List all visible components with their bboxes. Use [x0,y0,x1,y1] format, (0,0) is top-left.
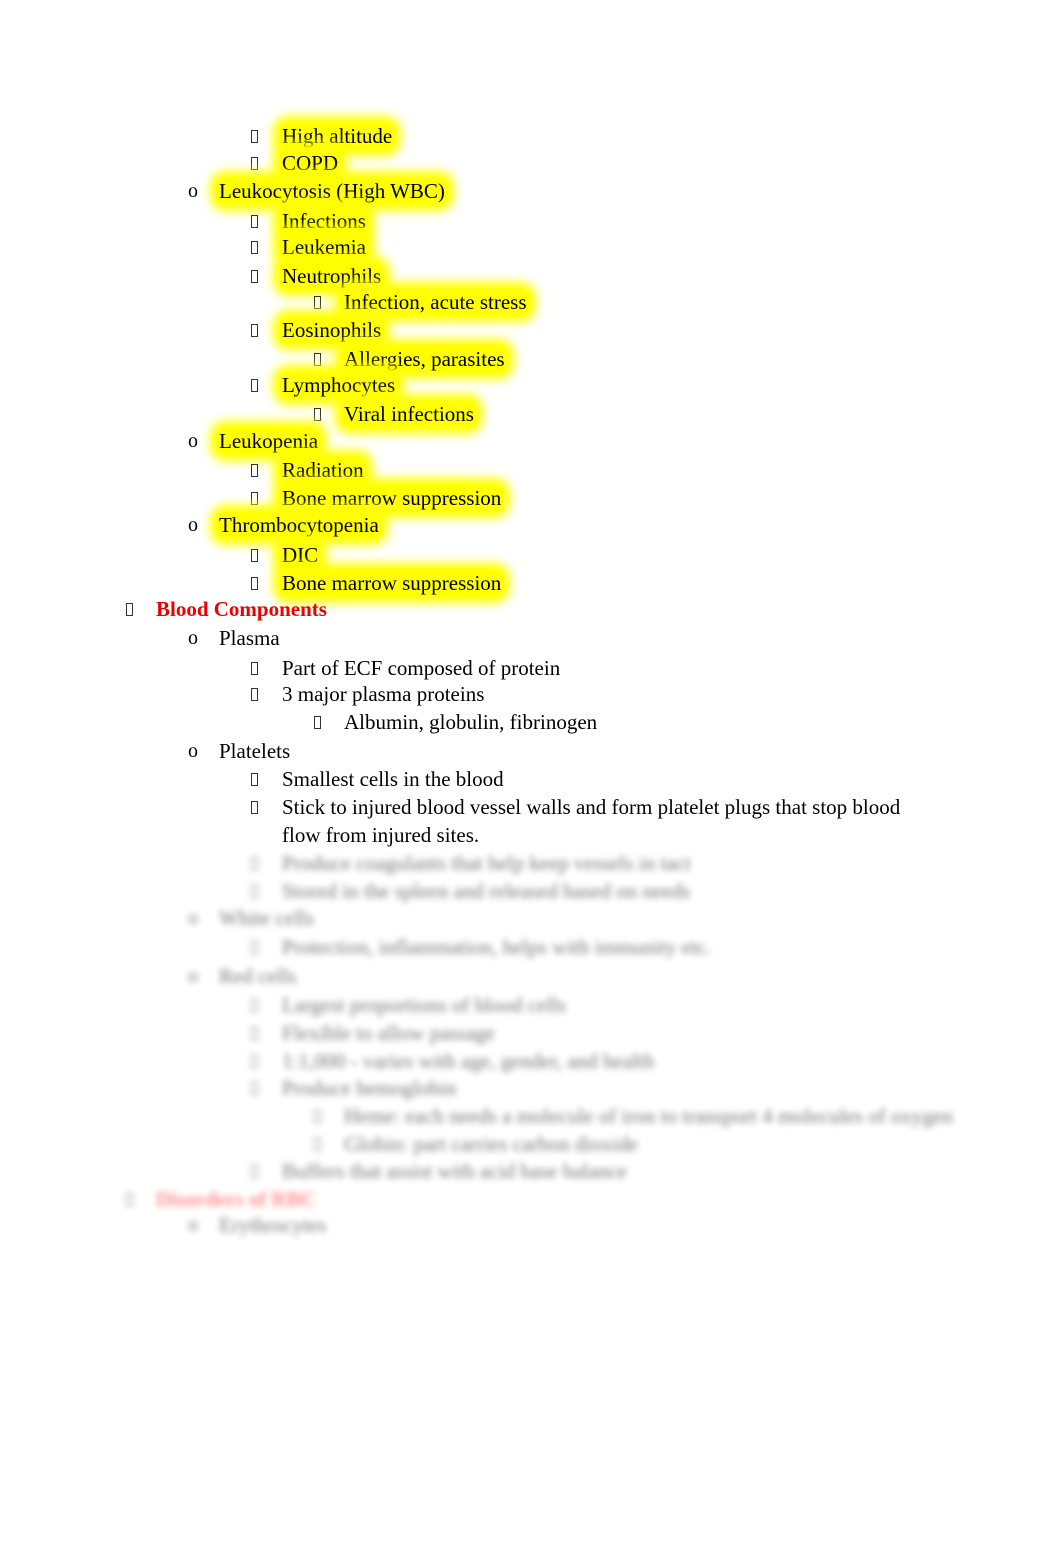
square-bullet-icon [251,130,258,143]
item-text: Allergies, parasites [342,346,507,372]
item-text: Buffers that assist with acid base balan… [282,1159,627,1183]
square-bullet-icon [251,1027,258,1040]
square-bullet-icon [126,1193,133,1206]
square-bullet-icon [314,1138,321,1151]
item-text: Viral infections [342,401,476,427]
item-text: Stick to injured blood vessel walls and … [282,795,901,819]
circle-bullet-icon: o [188,907,198,929]
square-bullet-icon [251,1165,258,1178]
item-text: DIC [280,542,321,568]
item-text: Largest proportions of blood cells [282,993,567,1017]
circle-bullet-icon: o [188,1214,198,1236]
square-bullet-icon [251,857,258,870]
item-text: Stored in the spleen and released based … [282,879,691,903]
square-bullet-icon [251,1082,258,1095]
heading-text: Disorders of RBC [156,1187,316,1211]
item-text: Leukocytosis (High WBC) [217,178,447,204]
square-bullet-icon [251,801,258,814]
square-bullet-icon [251,464,258,477]
square-bullet-icon [251,688,258,701]
item-text: Leukemia [280,234,368,260]
item-text: Erythrocytes [219,1213,327,1237]
item-text: Part of ECF composed of protein [282,656,561,680]
item-text: Produce coagulants that help keep vessel… [282,851,691,875]
square-bullet-icon [314,353,321,366]
item-text: Produce hemoglobin [282,1076,457,1100]
square-bullet-icon [251,999,258,1012]
square-bullet-icon [251,492,258,505]
item-text: Red cells [219,964,297,988]
circle-bullet-icon: o [188,965,198,987]
square-bullet-icon [251,773,258,786]
square-bullet-icon [251,270,258,283]
item-text: Globin: part carries carbon dioxide [344,1132,638,1156]
item-text: Infections [280,208,368,234]
square-bullet-icon [251,662,258,675]
item-text: 1:1,000 - varies with age, gender, and h… [282,1049,655,1073]
item-text: Bone marrow suppression [280,485,504,511]
item-text: Leukopenia [217,428,321,454]
item-text: Smallest cells in the blood [282,767,504,791]
circle-bullet-icon: o [188,180,198,202]
item-text: COPD [280,150,341,176]
item-text: Infection, acute stress [342,289,529,315]
circle-bullet-icon: o [188,430,198,452]
square-bullet-icon [251,941,258,954]
square-bullet-icon [251,577,258,590]
item-text: White cells [219,906,315,930]
item-text: flow from injured sites. [282,823,480,847]
square-bullet-icon [251,1055,258,1068]
square-bullet-icon [126,603,133,616]
circle-bullet-icon: o [188,514,198,536]
item-text: Bone marrow suppression [280,570,504,596]
circle-bullet-icon: o [188,740,198,762]
item-text: Neutrophils [280,263,384,289]
square-bullet-icon [251,549,258,562]
item-text: Protection, inflammation, helps with imm… [282,935,712,959]
item-text: High altitude [280,123,395,149]
item-text: Flexible to allow passage [282,1021,495,1045]
item-text: Thrombocytopenia [217,512,381,538]
item-text: Radiation [280,457,366,483]
heading-text: Blood Components [156,597,327,621]
square-bullet-icon [251,241,258,254]
item-text: Lymphocytes [280,372,398,398]
square-bullet-icon [314,716,321,729]
square-bullet-icon [251,157,258,170]
square-bullet-icon [251,885,258,898]
square-bullet-icon [314,408,321,421]
item-text: Platelets [219,739,291,763]
item-text: Heme: each needs a molecule of iron to t… [344,1104,953,1128]
item-text: 3 major plasma proteins [282,682,485,706]
item-text: Albumin, globulin, fibrinogen [344,710,598,734]
square-bullet-icon [314,296,321,309]
square-bullet-icon [251,324,258,337]
square-bullet-icon [251,379,258,392]
circle-bullet-icon: o [188,627,198,649]
item-text: Plasma [219,626,280,650]
item-text: Eosinophils [280,317,384,343]
square-bullet-icon [251,215,258,228]
square-bullet-icon [314,1110,321,1123]
